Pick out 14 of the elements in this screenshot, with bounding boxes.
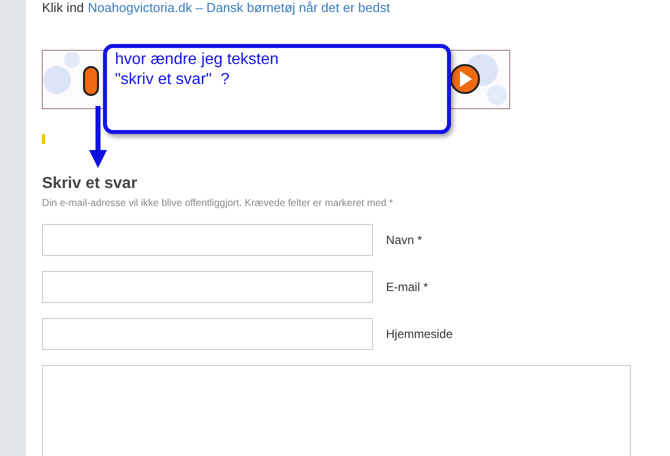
callout-text: hvor ændre jeg teksten [115,50,280,70]
text-field[interactable] [42,224,373,256]
reply-title: Skriv et svar [42,175,138,193]
callout-text: "skriv et svar" ? [115,70,230,90]
intro-text: Klik ind [42,0,84,16]
field-label: E-mail * [386,280,428,294]
text-field[interactable] [42,271,373,303]
comment-field[interactable] [42,365,631,456]
arrow-icon [88,106,108,168]
reply-note: Din e-mail-adresse vil ikke blive offentliggjort. Krævede felter er markeret med * [42,198,394,209]
field-label: Navn * [386,233,422,247]
site-link[interactable]: Noahogvictoria.dk – Dansk børnetøj når det er bedst [88,0,390,16]
text-field[interactable] [42,318,373,350]
field-label: Hjemmeside [386,327,453,341]
